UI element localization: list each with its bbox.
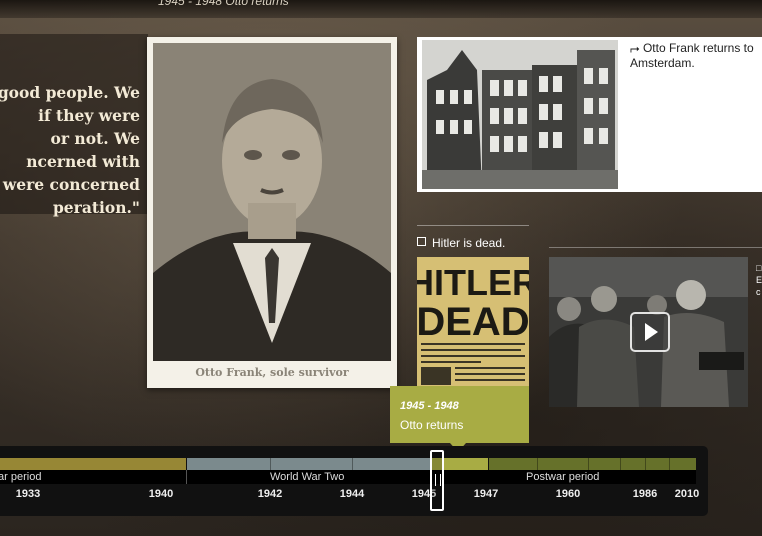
year-label: 1947: [473, 488, 499, 500]
timeline-tick: [645, 458, 646, 470]
year-label: 1986: [632, 488, 658, 500]
tooltip-period: 1945 - 1948: [400, 400, 459, 412]
hitler-title[interactable]: Hitler is dead.: [417, 236, 505, 250]
timeline-tick: [620, 458, 621, 470]
link-icon: ⮣: [630, 41, 640, 55]
timeline-tick: [270, 458, 271, 470]
year-label: 1933: [15, 488, 41, 500]
timeline[interactable]: Prewar period World War Two Postwar peri…: [0, 446, 708, 516]
house-card[interactable]: ⮣ Otto Frank returns to Amsterdam.: [417, 37, 762, 192]
photo-caption: Otto Frank, sole survivor: [195, 366, 349, 379]
tooltip-title: Otto returns: [400, 418, 464, 432]
quote-line: good people. We: [0, 83, 140, 102]
era-label-postwar[interactable]: Postwar period: [526, 470, 599, 484]
timeline-tick: [537, 458, 538, 470]
house-caption: ⮣ Otto Frank returns to Amsterdam.: [630, 41, 762, 71]
otto-frank-photo-card[interactable]: Otto Frank, sole survivor: [147, 37, 397, 388]
year-label: 2010: [674, 488, 700, 500]
quote-line: or not. We: [50, 129, 140, 148]
year-label: 1942: [257, 488, 283, 500]
timeline-tick: [352, 458, 353, 470]
quote-line: ncerned with: [26, 152, 140, 171]
timeline-segment-postwar[interactable]: [489, 458, 696, 470]
hitler-title-text: Hitler is dead.: [432, 236, 506, 250]
era-label-prewar[interactable]: Prewar period: [0, 470, 41, 484]
year-label: 1940: [148, 488, 174, 500]
play-button[interactable]: [630, 312, 670, 352]
headline-dead: DEAD: [417, 300, 529, 344]
era-separator: [186, 470, 187, 484]
top-bar: 1945 - 1948 Otto returns: [0, 0, 762, 18]
divider: [417, 225, 529, 226]
square-icon: [417, 237, 426, 246]
edge-caption-fragment: □ Ec: [756, 263, 762, 297]
otto-frank-portrait: [153, 43, 391, 361]
hitler-dead-newspaper[interactable]: HITLER DEAD: [417, 257, 529, 388]
headline-hitler: HITLER: [417, 262, 529, 303]
video-thumbnail[interactable]: [549, 257, 748, 407]
top-label: 1945 - 1948 Otto returns: [158, 0, 289, 8]
year-label: 1960: [555, 488, 581, 500]
event-tooltip[interactable]: 1945 - 1948 Otto returns: [390, 386, 529, 452]
timeline-tick: [588, 458, 589, 470]
quote-line: if they were: [38, 106, 140, 125]
divider: [549, 247, 762, 248]
anne-frank-house-photo: [422, 40, 618, 189]
house-caption-text: Otto Frank returns to Amsterdam.: [630, 41, 754, 70]
quote-line: peration.": [52, 198, 140, 217]
era-label-war[interactable]: World War Two: [270, 470, 344, 484]
timeline-segment-war[interactable]: [187, 458, 431, 470]
timeline-tick: [669, 458, 670, 470]
quote-line: were concerned: [2, 175, 140, 194]
timeline-segment-prewar[interactable]: [0, 458, 186, 470]
quote-panel: good people. We if they were or not. We …: [0, 34, 148, 217]
quote-text: good people. We if they were or not. We …: [0, 81, 140, 219]
timeline-scrubber-handle[interactable]: [430, 450, 444, 511]
year-label: 1944: [339, 488, 365, 500]
